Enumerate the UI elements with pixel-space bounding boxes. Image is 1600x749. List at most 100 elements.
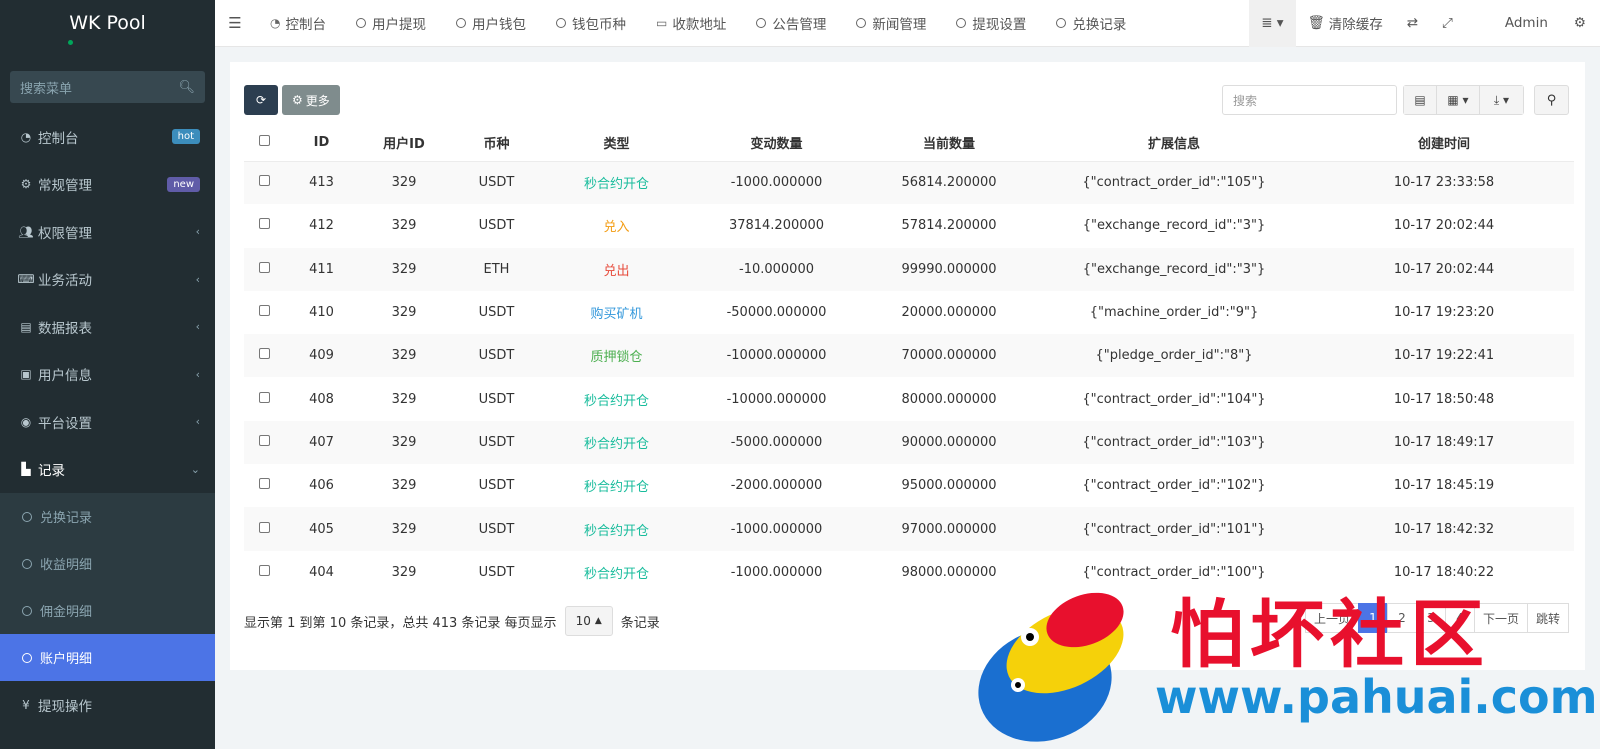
chevron-left-icon: ‹ xyxy=(195,272,200,286)
cell-ext-info: {"pledge_order_id":"8"} xyxy=(1095,348,1253,364)
sidebar-item-records[interactable]: ▙ 记录 ⌄ xyxy=(0,446,215,494)
page-prev[interactable]: 上一页 xyxy=(1304,603,1359,633)
row-checkbox[interactable] xyxy=(258,478,270,490)
sidebar-item-label: 记录 xyxy=(38,463,65,480)
row-checkbox[interactable] xyxy=(258,218,270,230)
circle-icon xyxy=(856,18,867,28)
row-checkbox[interactable] xyxy=(258,348,270,360)
col-id[interactable]: ID xyxy=(284,125,359,162)
table-row[interactable]: 410 329 USDT 购买矿机 -50000.000000 20000.000000 {… xyxy=(244,291,1574,334)
tab-withdraw-settings[interactable]: 提现设置 xyxy=(941,0,1041,47)
circle-icon xyxy=(22,652,32,663)
table-row[interactable]: 408 329 USDT 秒合约开仓 -10000.000000 80000.000000… xyxy=(244,377,1574,420)
user-menu[interactable]: Admin xyxy=(1465,0,1570,47)
col-change[interactable]: 变动数量 xyxy=(689,125,864,162)
hamburger-icon[interactable]: ☰ xyxy=(215,14,255,32)
tab-wallet-coin[interactable]: 钱包币种 xyxy=(541,0,641,47)
tab-announcements[interactable]: 公告管理 xyxy=(741,0,841,47)
sidebar-item-dashboard[interactable]: ◔ 控制台 hot xyxy=(0,113,215,161)
tab-news[interactable]: 新闻管理 xyxy=(841,0,941,47)
sidebar-subitem-account[interactable]: 账户明细 xyxy=(0,634,215,681)
page-2[interactable]: 2 xyxy=(1386,603,1417,633)
sidebar-subitem-commission[interactable]: 佣金明细 xyxy=(0,587,215,634)
col-ext-info[interactable]: 扩展信息 xyxy=(1034,125,1314,162)
tab-exchange-records[interactable]: 兑换记录 xyxy=(1041,0,1141,47)
table-right-tools: 搜索 ▤ ▦ ▾ ⤓ ▾ ⚲ xyxy=(1222,85,1569,115)
table-row[interactable]: 409 329 USDT 质押锁仓 -10000.000000 70000.000000 {… xyxy=(244,334,1574,378)
sidebar-subitem-exchange[interactable]: 兑换记录 xyxy=(0,493,215,540)
table-row[interactable]: 412 329 USDT 兑入 37814.200000 57814.200000 {"ex… xyxy=(244,204,1574,247)
sidebar-item-reports[interactable]: ▤ 数据报表 ‹ xyxy=(0,303,215,351)
tab-user-withdraw[interactable]: 用户提现 xyxy=(341,0,441,47)
language-button[interactable]: ⇄ xyxy=(1395,0,1430,47)
brand-logo[interactable]: WK Pool xyxy=(0,0,215,46)
sidebar-item-business[interactable]: ⌨ 业务活动 ‹ xyxy=(0,256,215,304)
cell-change: -1000.000000 xyxy=(730,564,823,580)
advanced-search-button[interactable]: ⚲ xyxy=(1534,85,1569,115)
cell-id: 406 xyxy=(309,478,334,494)
cell-coin: USDT xyxy=(478,478,515,494)
search-placeholder: 搜索 xyxy=(1233,93,1258,108)
settings-button[interactable]: ⚙ xyxy=(1570,0,1600,47)
table-row[interactable]: 405 329 USDT 秒合约开仓 -1000.000000 97000.000000 {… xyxy=(244,507,1574,551)
table-search-input[interactable]: 搜索 xyxy=(1222,85,1397,115)
page-size-select[interactable]: 10 ▲ xyxy=(564,606,613,636)
fullscreen-button[interactable]: ⤢ xyxy=(1430,0,1465,47)
table-row[interactable]: 413 329 USDT 秒合约开仓 -1000.000000 56814.200000 {… xyxy=(244,161,1574,205)
row-checkbox[interactable] xyxy=(258,391,270,403)
page-1[interactable]: 1 xyxy=(1357,603,1388,633)
table-row[interactable]: 404 329 USDT 秒合约开仓 -1000.000000 98000.000000 {… xyxy=(244,551,1574,594)
cell-user-id: 329 xyxy=(391,478,417,494)
sidebar-item-general[interactable]: ⚙ 常规管理 new xyxy=(0,161,215,209)
cell-type: 兑出 xyxy=(603,263,630,279)
page-jump[interactable]: 跳转 xyxy=(1526,603,1569,633)
refresh-button[interactable]: ⟳ xyxy=(244,85,278,115)
circle-icon xyxy=(22,605,32,616)
row-checkbox[interactable] xyxy=(258,564,270,576)
col-created-time[interactable]: 创建时间 xyxy=(1314,125,1574,162)
page-next[interactable]: 下一页 xyxy=(1473,603,1528,633)
sidebar-item-label: 数据报表 xyxy=(38,320,92,337)
tab-dashboard[interactable]: ◔ 控制台 xyxy=(255,0,341,47)
export-button[interactable]: ⤓ ▾ xyxy=(1480,86,1523,114)
cell-coin: USDT xyxy=(478,564,515,580)
page-3[interactable]: 3 xyxy=(1415,603,1446,633)
cell-coin: USDT xyxy=(478,348,515,364)
tab-receive-address[interactable]: ▭ 收款地址 xyxy=(641,0,741,47)
sidebar-item-userinfo[interactable]: ▣ 用户信息 ‹ xyxy=(0,351,215,399)
toggle-view-button[interactable]: ▤ xyxy=(1404,86,1437,114)
card-icon: ▭ xyxy=(655,16,668,30)
table-row[interactable]: 407 329 USDT 秒合约开仓 -5000.000000 90000.000000 {… xyxy=(244,420,1574,465)
table-row[interactable]: 406 329 USDT 秒合约开仓 -2000.000000 95000.000000 {… xyxy=(244,464,1574,507)
sidebar-item-platform[interactable]: ◉ 平台设置 ‹ xyxy=(0,398,215,446)
table-row[interactable]: 411 329 ETH 兑出 -10.000000 99990.000000 {"excha… xyxy=(244,247,1574,291)
cell-type: 质押锁仓 xyxy=(590,350,643,366)
col-type[interactable]: 类型 xyxy=(544,125,689,162)
sidebar-subitem-income[interactable]: 收益明细 xyxy=(0,540,215,587)
col-current[interactable]: 当前数量 xyxy=(864,125,1034,162)
tab-user-wallet[interactable]: 用户钱包 xyxy=(441,0,541,47)
sidebar-search-input[interactable]: 搜索菜单 🔍︎ xyxy=(10,71,205,103)
content-panel: ⟳ ⚙ 更多 搜索 ▤ ▦ ▾ ⤓ ▾ ⚲ ID 用户ID 币种 类型 变动数量… xyxy=(230,62,1585,670)
cell-coin: ETH xyxy=(483,261,510,277)
cell-user-id: 329 xyxy=(391,434,417,450)
circle-icon xyxy=(355,18,366,28)
clear-cache-button[interactable]: 🗑︎ 清除缓存 xyxy=(1296,0,1395,47)
col-coin[interactable]: 币种 xyxy=(449,125,544,162)
page-4[interactable]: 4 xyxy=(1444,603,1475,633)
refresh-icon: ⟳ xyxy=(255,93,267,107)
menu-list-button[interactable]: ≣ ▾ xyxy=(1249,0,1296,47)
sidebar-item-withdraw[interactable]: ¥ 提现操作 xyxy=(0,681,215,729)
col-user-id[interactable]: 用户ID xyxy=(359,125,449,162)
sidebar-item-permissions[interactable]: 👥︎ 权限管理 ‹ xyxy=(0,208,215,256)
row-checkbox[interactable] xyxy=(258,261,270,273)
columns-button[interactable]: ▦ ▾ xyxy=(1437,86,1480,114)
row-checkbox[interactable] xyxy=(258,305,270,317)
select-all-checkbox[interactable] xyxy=(258,135,270,147)
row-checkbox[interactable] xyxy=(258,521,270,533)
cell-current: 90000.000000 xyxy=(901,434,997,450)
row-checkbox[interactable] xyxy=(258,434,270,446)
row-checkbox[interactable] xyxy=(258,175,270,187)
tab-label: 钱包币种 xyxy=(571,17,626,33)
more-button[interactable]: ⚙ 更多 xyxy=(282,85,340,115)
